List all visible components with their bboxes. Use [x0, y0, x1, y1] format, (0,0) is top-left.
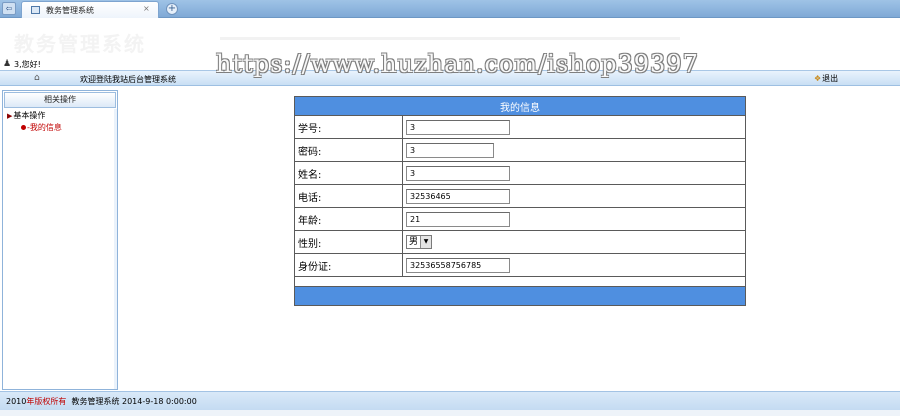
- password-label: 密码:: [294, 138, 403, 162]
- back-icon[interactable]: ⇦: [2, 2, 16, 15]
- watermark-text: https://www.huzhan.com/ishop39397: [216, 50, 699, 78]
- footer-date: 2014-9-18 0:00:00: [122, 397, 197, 406]
- age-label: 年龄:: [294, 207, 403, 231]
- page-footer: 2010年版权所有 教务管理系统 2014-9-18 0:00:00: [0, 391, 900, 410]
- gender-select[interactable]: 男 ▼: [406, 235, 433, 249]
- form-row-phone: 电话:: [294, 184, 746, 208]
- student-id-label: 学号:: [294, 115, 403, 139]
- name-input[interactable]: [406, 165, 510, 181]
- browser-tab[interactable]: 教务管理系统 ×: [21, 1, 159, 18]
- gender-label: 性别:: [294, 230, 403, 254]
- new-tab-icon[interactable]: +: [166, 3, 178, 15]
- id-card-input[interactable]: [406, 257, 510, 273]
- sidebar-item-my-info[interactable]: -我的信息: [21, 122, 62, 133]
- password-input[interactable]: [406, 142, 494, 158]
- logout-link[interactable]: ❖退出: [814, 73, 838, 84]
- name-label: 姓名:: [294, 161, 403, 185]
- welcome-text: 欢迎登陆我站后台管理系统: [80, 75, 176, 84]
- form-spacer-cell: [294, 276, 746, 287]
- form-title: 我的信息: [294, 96, 746, 116]
- close-tab-icon[interactable]: ×: [143, 4, 150, 13]
- chevron-down-icon[interactable]: ▼: [420, 236, 432, 248]
- banner-logo: 教务管理系统: [14, 32, 146, 56]
- sidebar-group-basic[interactable]: ▶基本操作: [7, 110, 45, 121]
- form-row-gender: 性别: 男 ▼: [294, 230, 746, 254]
- copyright-year: 2010: [6, 397, 27, 406]
- gender-selected-value: 男: [409, 237, 419, 247]
- id-card-label: 身份证:: [294, 253, 403, 277]
- home-icon[interactable]: ⌂: [34, 73, 40, 83]
- form-spacer-row: [294, 276, 746, 287]
- logout-label: 退出: [822, 74, 839, 83]
- my-info-form: 我的信息 学号: 密码: 姓名: 电话: 年龄: 性别: 男▼ 身份证:: [294, 96, 746, 306]
- form-row-age: 年龄:: [294, 207, 746, 231]
- status-strip: [0, 410, 900, 416]
- footer-system-name: 教务管理系统: [71, 397, 120, 406]
- age-input[interactable]: [406, 211, 510, 227]
- form-row-student-id: 学号:: [294, 115, 746, 139]
- form-footer-bar: [294, 286, 746, 306]
- phone-label: 电话:: [294, 184, 403, 208]
- form-row-id-card: 身份证:: [294, 253, 746, 277]
- sidebar-item-label: -我的信息: [27, 123, 62, 132]
- sidebar: 相关操作 ▶基本操作 -我的信息: [2, 90, 118, 390]
- banner-divider: [220, 37, 680, 40]
- sidebar-group-label: 基本操作: [13, 111, 46, 120]
- form-footer-cell: [294, 286, 746, 306]
- form-row-name: 姓名:: [294, 161, 746, 185]
- sidebar-title: 相关操作: [4, 92, 116, 108]
- student-id-input[interactable]: [406, 119, 510, 135]
- tab-title: 教务管理系统: [46, 6, 94, 15]
- page-icon: [31, 6, 40, 14]
- expand-triangle-icon: ▶: [7, 112, 13, 120]
- phone-input[interactable]: [406, 188, 510, 204]
- browser-tab-strip: ⇦ 教务管理系统 × +: [0, 0, 900, 18]
- form-row-password: 密码:: [294, 138, 746, 162]
- sidebar-scrollbar[interactable]: [114, 109, 117, 389]
- bullet-icon: [21, 125, 26, 130]
- copyright-text: 2010年版权所有 教务管理系统 2014-9-18 0:00:00: [6, 396, 197, 407]
- user-greeting: 3,您好!: [14, 60, 41, 69]
- copyright-rights: 年版权所有: [26, 397, 67, 406]
- logout-icon: ❖: [814, 74, 822, 83]
- user-icon: ♟: [3, 59, 12, 69]
